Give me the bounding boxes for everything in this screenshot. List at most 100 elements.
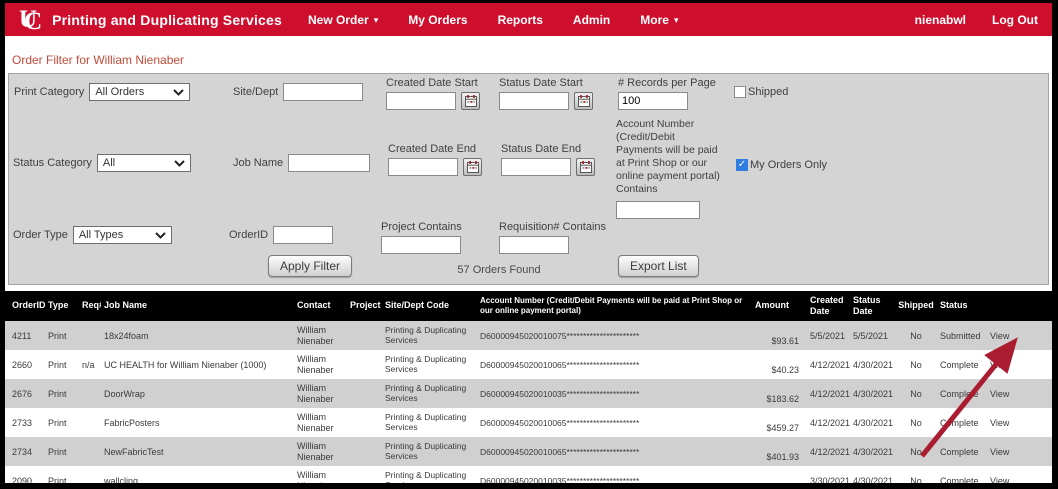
project-contains-input[interactable] — [381, 236, 461, 254]
cell-status-date: 4/30/2021 — [850, 408, 895, 437]
column-header: Shipped — [895, 291, 937, 321]
orders-found-count: 57 Orders Found — [436, 264, 562, 276]
table-row: 2733PrintFabricPostersWilliam NienaberPr… — [5, 408, 1052, 437]
cell-status-date: 5/5/2021 — [850, 321, 895, 350]
status-date-start-calendar-button[interactable] — [574, 92, 593, 110]
cell-job-name: 18x24foam — [101, 321, 294, 350]
cell-created-date: 4/12/2021 — [807, 437, 850, 466]
created-date-start-input[interactable] — [386, 92, 456, 110]
cell-project — [347, 466, 382, 483]
cell-status: Complete — [937, 437, 987, 466]
account-number-label: Account Number (Credit/Debit Payments wi… — [616, 118, 722, 196]
cell-action: View — [987, 408, 1052, 437]
cell-shipped: No — [895, 466, 937, 483]
cell-job-name: NewFabricTest — [101, 437, 294, 466]
cell-account: D60000945020010065********************** — [477, 350, 752, 379]
nav-item-my-orders[interactable]: My Orders — [408, 13, 467, 27]
cell-order-id: 4211 — [5, 321, 45, 350]
site-dept-input[interactable] — [283, 83, 363, 101]
cell-type: Print — [45, 437, 79, 466]
status-date-start-input[interactable] — [499, 92, 569, 110]
nav-item-new-order[interactable]: New Order▾ — [308, 13, 378, 27]
nav-item-label: Reports — [498, 13, 543, 27]
cell-req — [79, 379, 101, 408]
created-date-end-field: Created Date End — [388, 143, 482, 176]
requisition-contains-input[interactable] — [499, 236, 569, 254]
export-list-button[interactable]: Export List — [618, 255, 699, 277]
cell-order-id: 2676 — [5, 379, 45, 408]
apply-filter-button[interactable]: Apply Filter — [268, 255, 352, 277]
nav-item-more[interactable]: More ▾ — [640, 13, 678, 27]
cell-action: View — [987, 437, 1052, 466]
view-link[interactable]: View — [990, 331, 1009, 341]
uc-logo-icon[interactable]: UC — [19, 7, 42, 32]
column-header: Status — [937, 291, 987, 321]
top-navbar: UC Printing and Duplicating Services New… — [5, 3, 1052, 36]
status-date-start-field: Status Date Start — [499, 77, 593, 110]
view-link[interactable]: View — [990, 476, 1009, 484]
shipped-field: Shipped — [734, 86, 788, 98]
order-filter-panel: Print Category All Orders Site/Dept Crea… — [8, 73, 1049, 285]
nav-item-label: My Orders — [408, 13, 467, 27]
order-type-label: Order Type — [13, 229, 68, 241]
cell-req — [79, 321, 101, 350]
status-date-end-calendar-button[interactable] — [576, 158, 595, 176]
nav-item-admin[interactable]: Admin — [573, 13, 610, 27]
nav-item-label: Admin — [573, 13, 610, 27]
created-date-end-calendar-button[interactable] — [463, 158, 482, 176]
calendar-icon — [465, 95, 477, 107]
shipped-checkbox[interactable] — [734, 86, 746, 98]
view-link[interactable]: View — [990, 447, 1009, 457]
status-date-end-input[interactable] — [501, 158, 571, 176]
cell-shipped: No — [895, 350, 937, 379]
column-header: Status Date — [850, 291, 895, 321]
print-category-value: All Orders — [95, 86, 167, 98]
cell-account: D60000945020010035********************** — [477, 379, 752, 408]
main-nav: New Order▾ My Orders Reports Admin More ▾ — [308, 13, 678, 27]
chevron-down-icon — [173, 89, 184, 96]
account-number-input[interactable] — [616, 201, 700, 219]
username-link[interactable]: nienabwl — [915, 13, 966, 27]
cell-site-dept-code: Printing & Duplicating Services — [382, 466, 477, 483]
logout-link[interactable]: Log Out — [992, 13, 1038, 27]
cell-order-id: 2733 — [5, 408, 45, 437]
cell-req: n/a — [79, 350, 101, 379]
cell-status: Complete — [937, 408, 987, 437]
print-category-select[interactable]: All Orders — [89, 83, 190, 101]
uc-logo-c: C — [24, 9, 42, 34]
nav-item-reports[interactable]: Reports — [498, 13, 543, 27]
column-header: Account Number (Credit/Debit Payments wi… — [477, 291, 752, 321]
site-dept-field: Site/Dept — [233, 83, 363, 101]
caret-down-icon: ▾ — [674, 15, 679, 26]
nav-item-label: More — [640, 13, 669, 27]
records-per-page-input[interactable] — [618, 92, 688, 110]
job-name-field: Job Name — [233, 154, 370, 172]
created-date-end-input[interactable] — [388, 158, 458, 176]
order-type-select[interactable]: All Types — [73, 226, 172, 244]
cell-created-date: 4/12/2021 — [807, 379, 850, 408]
cell-type: Print — [45, 379, 79, 408]
chevron-down-icon — [155, 232, 166, 239]
view-link[interactable]: View — [990, 418, 1009, 428]
cell-status-date: 4/30/2021 — [850, 379, 895, 408]
order-id-input[interactable] — [273, 226, 333, 244]
cell-contact: William Nienaber — [294, 321, 347, 350]
chevron-down-icon — [174, 160, 185, 167]
status-category-select[interactable]: All — [97, 154, 191, 172]
site-dept-label: Site/Dept — [233, 86, 278, 98]
job-name-input[interactable] — [288, 154, 370, 172]
column-header: Contact — [294, 291, 347, 321]
order-id-field: OrderID — [229, 226, 333, 244]
my-orders-only-checkbox[interactable]: ✓ — [736, 159, 748, 171]
cell-account: D60000945020010065********************** — [477, 408, 752, 437]
view-link[interactable]: View — [990, 389, 1009, 399]
table-row: 2090PrintwallclingWilliam NienaberPrinti… — [5, 466, 1052, 483]
project-contains-field: Project Contains — [381, 221, 462, 254]
cell-account: D60000945020010035********************** — [477, 466, 752, 483]
created-date-start-calendar-button[interactable] — [461, 92, 480, 110]
cell-created-date: 5/5/2021 — [807, 321, 850, 350]
cell-status: Complete — [937, 350, 987, 379]
app-title: Printing and Duplicating Services — [52, 12, 282, 28]
view-link[interactable]: View — [990, 360, 1009, 370]
status-category-label: Status Category — [13, 157, 92, 169]
